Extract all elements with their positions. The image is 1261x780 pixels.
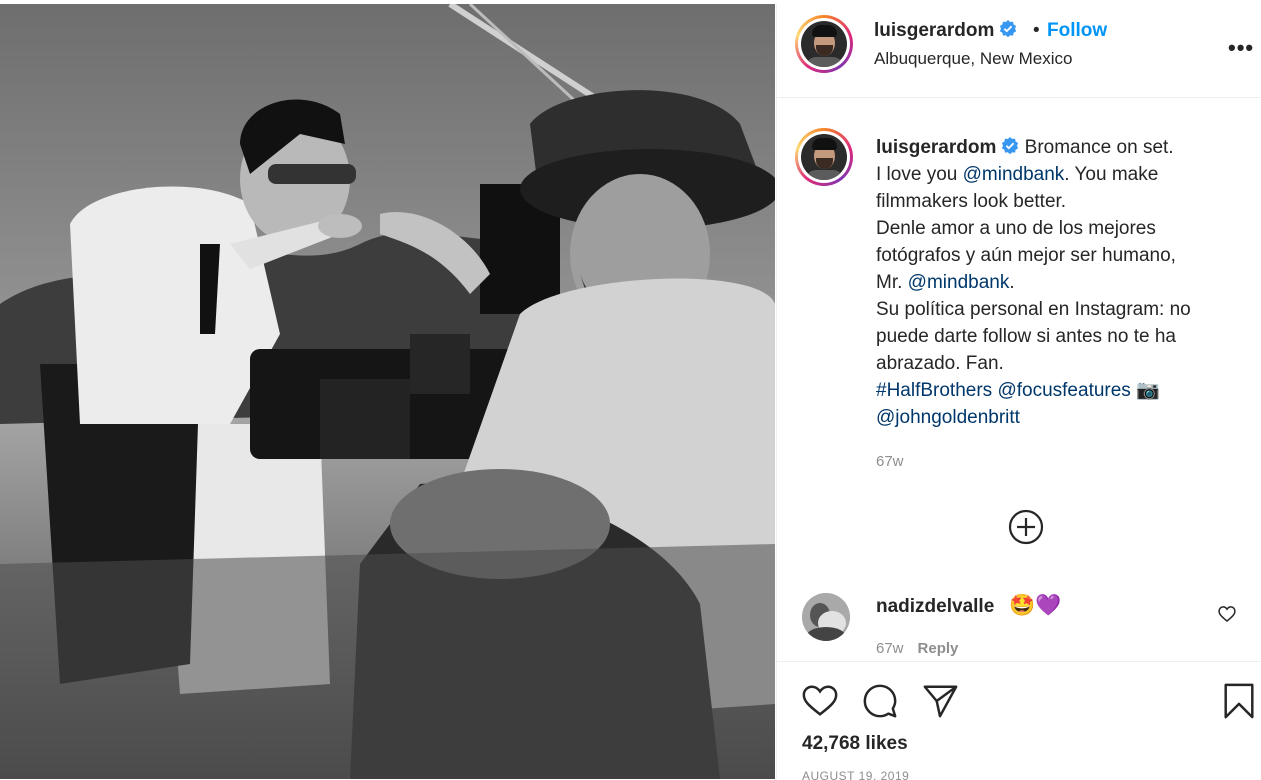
caption-line: #HalfBrothers @focusfeatures 📷 [876, 377, 1251, 404]
post-photo[interactable] [0, 4, 775, 779]
caption-text: Mr. [876, 272, 908, 293]
commenter-avatar[interactable] [802, 593, 850, 641]
author-avatar[interactable] [795, 15, 853, 73]
caption-line: @johngoldenbritt [876, 404, 1251, 431]
post-photo-illustration [0, 4, 775, 779]
camera-emoji-icon: 📷 [1136, 380, 1160, 401]
caption-line: Denle amor a uno de los mejores [876, 218, 1156, 239]
author-username-row: luisgerardom [874, 20, 1017, 42]
caption-line: luisgerardom Bromance on set. [876, 134, 1251, 161]
follow-button[interactable]: Follow [1047, 20, 1107, 42]
comment-timestamp[interactable]: 67w [876, 640, 904, 657]
caption-text: Bromance on set. [1024, 137, 1174, 158]
like-heart-icon[interactable] [801, 682, 839, 720]
load-more-comments-icon[interactable] [1008, 509, 1044, 545]
post-actions-bar: 42,768 likes AUGUST 19, 2019 [777, 661, 1261, 780]
comment-text: 🤩💜 [1009, 594, 1062, 617]
likes-count[interactable]: 42,768 likes [802, 733, 908, 755]
more-options-icon[interactable]: ••• [1228, 35, 1254, 61]
comment-bubble-icon[interactable] [861, 682, 899, 720]
commenter-avatar-image [802, 593, 850, 641]
share-paper-plane-icon[interactable] [921, 682, 959, 720]
save-bookmark-icon[interactable] [1220, 682, 1258, 720]
location-link[interactable]: Albuquerque, New Mexico [874, 49, 1072, 69]
post-caption: luisgerardom Bromance on set. I love you… [876, 134, 1251, 431]
mention-link[interactable]: @focusfeatures [997, 380, 1130, 401]
post-date[interactable]: AUGUST 19, 2019 [802, 769, 909, 780]
caption-line: Su política personal en Instagram: no [876, 299, 1191, 320]
verified-badge-icon [1000, 20, 1017, 38]
verified-badge-icon [1002, 137, 1019, 155]
mention-link[interactable]: @mindbank [963, 164, 1065, 185]
mention-link[interactable]: @mindbank [908, 272, 1010, 293]
caption-line: abrazado. Fan. [876, 353, 1004, 374]
caption-line: puede darte follow si antes no te ha [876, 326, 1176, 347]
caption-line: I love you @mindbank. You make [876, 161, 1251, 188]
author-username[interactable]: luisgerardom [874, 20, 994, 41]
caption-author-avatar[interactable] [795, 128, 853, 186]
caption-line: fotógrafos y aún mejor ser humano, [876, 245, 1176, 266]
caption-line: Mr. @mindbank. [876, 269, 1251, 296]
commenter-username[interactable]: nadizdelvalle [876, 596, 994, 618]
caption-text: I love you [876, 164, 963, 185]
caption-line: filmmakers look better. [876, 191, 1067, 212]
post-side-panel: luisgerardom • Follow Albuquerque, New M… [776, 4, 1261, 780]
caption-text: . You make [1064, 164, 1159, 185]
hashtag-link[interactable]: #HalfBrothers [876, 380, 992, 401]
caption-username[interactable]: luisgerardom [876, 137, 996, 158]
caption-text: . [1009, 272, 1015, 293]
reply-button[interactable]: Reply [918, 640, 959, 657]
comment-like-heart-icon[interactable] [1217, 604, 1237, 624]
mention-link[interactable]: @johngoldenbritt [876, 407, 1020, 428]
comment-meta: 67w Reply [876, 640, 1076, 660]
post-header: luisgerardom • Follow Albuquerque, New M… [777, 4, 1261, 98]
caption-timestamp[interactable]: 67w [876, 453, 904, 470]
header-separator: • [1033, 20, 1040, 41]
